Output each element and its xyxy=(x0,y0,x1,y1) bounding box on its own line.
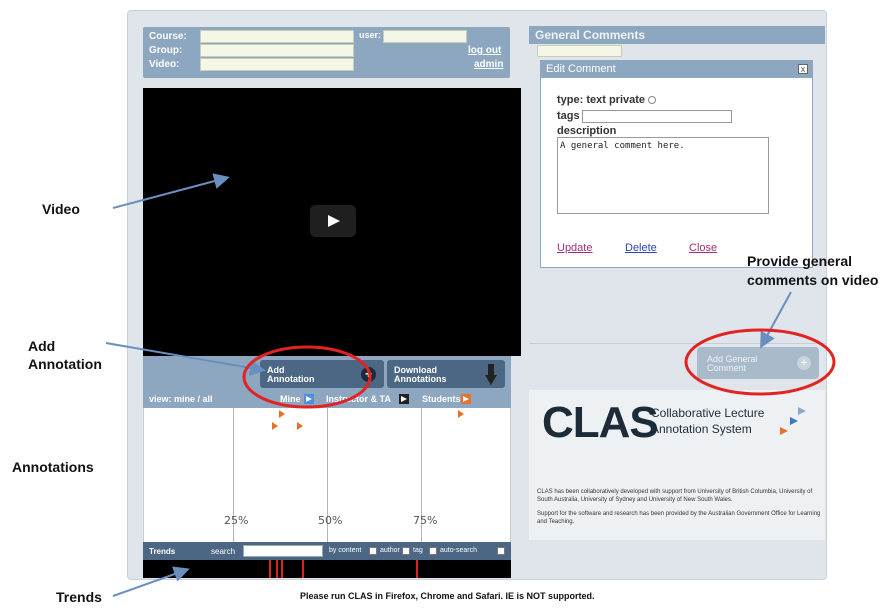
tags-input[interactable] xyxy=(582,110,732,123)
add-general-comment-button[interactable]: Add General Comment + xyxy=(697,347,819,379)
clas-subtitle-1: Collaborative Lecture xyxy=(651,406,765,420)
timeline-label-75: 75% xyxy=(413,514,438,527)
course-field[interactable] xyxy=(200,30,354,43)
tag-label: tag xyxy=(413,547,423,554)
trends-search-input[interactable] xyxy=(243,545,323,557)
download-annotations-button[interactable]: Download Annotations xyxy=(387,360,505,388)
by-content-label: by content xyxy=(329,547,362,554)
type-label: type: text private xyxy=(557,94,646,106)
video-field[interactable] xyxy=(200,58,354,71)
play-icon[interactable] xyxy=(310,205,356,237)
edit-comment-title: Edit Comment xyxy=(546,63,616,75)
callout-add-2: Annotation xyxy=(28,356,102,372)
user-label: user: xyxy=(359,30,382,40)
annotation-filter-row: view: mine / all Mine Instructor & TA St… xyxy=(143,392,511,408)
close-icon[interactable]: x xyxy=(798,64,808,74)
panel-divider xyxy=(529,343,825,344)
annotation-marker[interactable] xyxy=(272,422,278,430)
callout-annotations: Annotations xyxy=(12,459,94,475)
tags-label: tags xyxy=(557,110,580,122)
trends-strip[interactable] xyxy=(143,560,511,578)
add-annotation-button[interactable]: Add Annotation + xyxy=(260,360,384,388)
timeline-label-25: 25% xyxy=(224,514,249,527)
auto-search-label: auto-search xyxy=(440,547,477,554)
course-label: Course: xyxy=(149,31,187,42)
trends-toolbar: Trends search by content author tag auto… xyxy=(143,542,511,560)
trends-title: Trends xyxy=(149,547,176,556)
video-label: Video: xyxy=(149,59,180,70)
trends-search-label: search xyxy=(211,547,236,556)
edit-comment-titlebar: Edit Comment x xyxy=(540,60,813,78)
callout-add-1: Add xyxy=(28,338,56,354)
callout-general-2: comments on video xyxy=(747,272,879,288)
callout-trends: Trends xyxy=(56,589,102,605)
clas-subtitle-2: Annotation System xyxy=(651,422,752,436)
session-header: Course: Group: Video: user: log out admi… xyxy=(143,27,510,78)
browser-support-notice: Please run CLAS in Firefox, Chrome and S… xyxy=(300,591,595,601)
add-annotation-label-2: Annotation xyxy=(267,374,315,384)
callout-video: Video xyxy=(42,201,80,217)
general-comments-header: General Comments xyxy=(529,26,825,44)
trend-tick xyxy=(416,560,418,578)
annotation-marker[interactable] xyxy=(279,410,285,418)
description-label: description xyxy=(557,125,617,137)
filter-students[interactable]: Students xyxy=(422,394,461,404)
credits-text-2: Support for the software and research ha… xyxy=(537,511,821,525)
trend-tick xyxy=(276,560,278,578)
private-radio[interactable] xyxy=(648,96,656,104)
clas-logo: CLAS xyxy=(542,398,659,447)
tag-checkbox[interactable] xyxy=(402,547,410,555)
filter-mine[interactable]: Mine xyxy=(280,394,301,404)
annotation-marker[interactable] xyxy=(297,422,303,430)
general-comment-tab[interactable] xyxy=(537,45,622,57)
download-label-2: Annotations xyxy=(394,374,447,384)
clas-logo-arrows-icon xyxy=(780,407,806,435)
plus-icon: + xyxy=(361,367,376,382)
logout-link[interactable]: log out xyxy=(468,45,501,56)
delete-link[interactable]: Delete xyxy=(625,242,657,254)
update-link[interactable]: Update xyxy=(557,242,592,254)
trend-tick xyxy=(302,560,304,578)
credits-text-1: CLAS has been collaboratively developed … xyxy=(537,489,813,503)
user-field[interactable] xyxy=(383,30,467,43)
trend-tick xyxy=(281,560,283,578)
add-gc-label-2: Comment xyxy=(707,363,747,373)
annotation-marker[interactable] xyxy=(458,410,464,418)
author-label: author xyxy=(380,547,400,554)
timeline-label-50: 50% xyxy=(318,514,343,527)
trend-tick xyxy=(269,560,271,578)
view-toggle[interactable]: view: mine / all xyxy=(149,394,213,404)
plus-icon: + xyxy=(797,356,811,370)
group-label: Group: xyxy=(149,45,183,56)
annotation-toolbar: Add Annotation + Download Annotations xyxy=(143,356,511,392)
author-checkbox[interactable] xyxy=(369,547,377,555)
callout-general-1: Provide general xyxy=(747,253,853,269)
download-arrow-icon xyxy=(485,364,497,385)
filter-instructor[interactable]: Instructor & TA xyxy=(326,394,391,404)
description-textarea[interactable]: A general comment here. xyxy=(557,137,769,214)
auto-search-checkbox[interactable] xyxy=(429,547,437,555)
trends-extra-checkbox[interactable] xyxy=(497,547,505,555)
general-comments-title: General Comments xyxy=(535,28,646,42)
close-link[interactable]: Close xyxy=(689,242,717,254)
admin-link[interactable]: admin xyxy=(474,59,503,70)
group-field[interactable] xyxy=(200,44,354,57)
